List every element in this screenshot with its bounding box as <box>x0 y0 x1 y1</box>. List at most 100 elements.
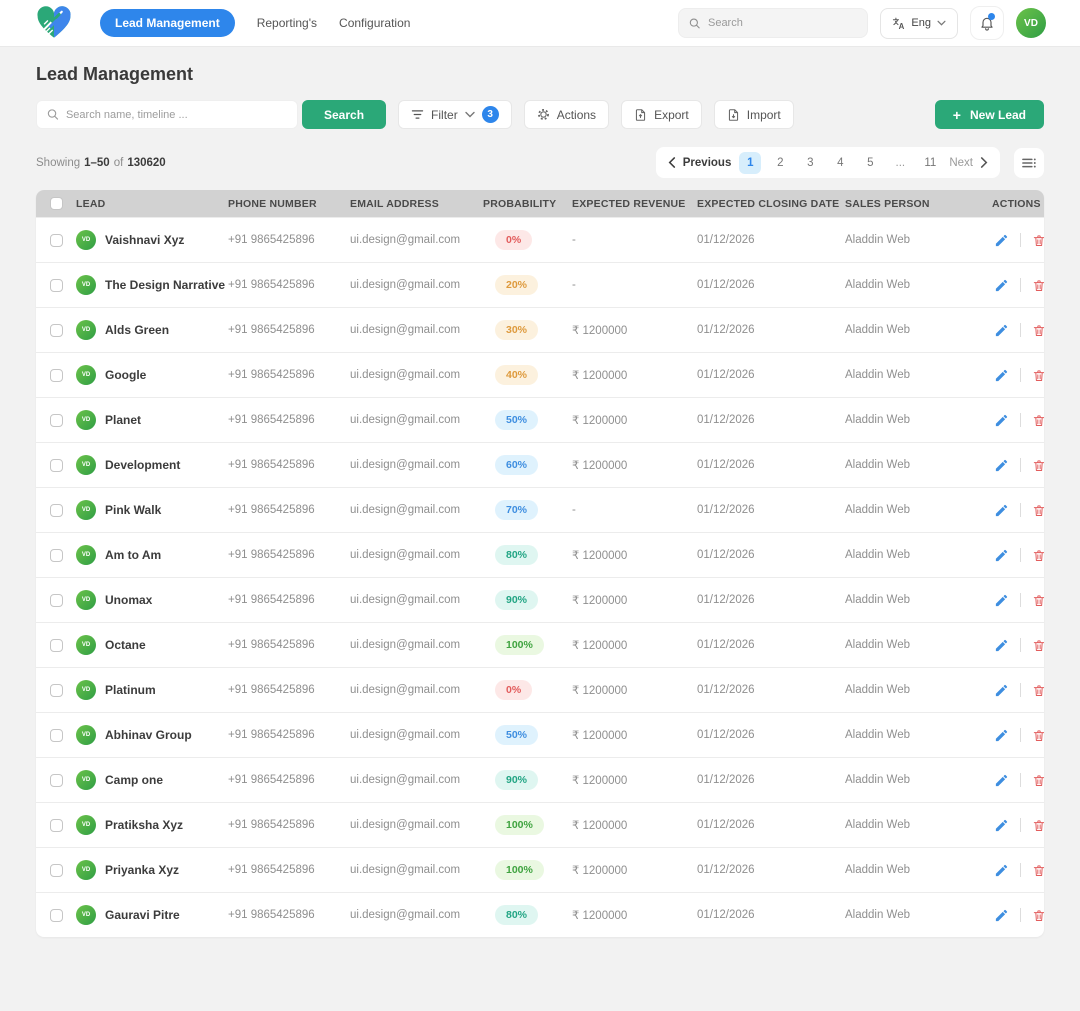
notifications-button[interactable] <box>970 6 1004 40</box>
delete-button[interactable] <box>1030 501 1044 520</box>
actions-cell <box>992 591 1044 610</box>
edit-button[interactable] <box>992 321 1011 340</box>
summary-right: Previous 1 2 3 4 5... 11 Next <box>655 147 1044 178</box>
actions-cell <box>992 546 1044 565</box>
import-file-icon <box>728 108 738 121</box>
delete-button[interactable] <box>1030 366 1044 385</box>
delete-button[interactable] <box>1030 456 1044 475</box>
row-checkbox[interactable] <box>49 683 63 697</box>
row-checkbox[interactable] <box>49 908 63 922</box>
delete-button[interactable] <box>1030 636 1044 655</box>
lead-name: Google <box>105 368 147 382</box>
app-logo[interactable] <box>34 4 74 42</box>
row-checkbox[interactable] <box>49 278 63 292</box>
delete-button[interactable] <box>1030 321 1044 340</box>
delete-button[interactable] <box>1030 276 1044 295</box>
delete-button[interactable] <box>1030 681 1044 700</box>
row-checkbox[interactable] <box>49 638 63 652</box>
row-checkbox[interactable] <box>49 863 63 877</box>
table-row: VD Alds Green +91 9865425896 ui.design@g… <box>36 307 1044 352</box>
phone-cell: +91 9865425896 <box>228 234 315 246</box>
trash-icon <box>1033 504 1044 516</box>
export-button[interactable]: Export <box>621 100 702 129</box>
delete-button[interactable] <box>1030 411 1044 430</box>
pencil-icon <box>995 684 1008 696</box>
edit-button[interactable] <box>992 861 1011 880</box>
edit-button[interactable] <box>992 906 1011 925</box>
lead-avatar: VD <box>76 500 96 520</box>
lead-search-input[interactable] <box>65 108 287 121</box>
list-options-icon <box>1021 157 1036 168</box>
new-lead-button[interactable]: + New Lead <box>934 100 1044 129</box>
pagination-page-5[interactable]: 5 <box>859 152 881 174</box>
actions-button[interactable]: Actions <box>523 100 610 129</box>
lead-name: Gauravi Pitre <box>105 908 180 922</box>
delete-button[interactable] <box>1030 906 1044 925</box>
edit-button[interactable] <box>992 771 1011 790</box>
row-checkbox[interactable] <box>49 413 63 427</box>
row-checkbox[interactable] <box>49 593 63 607</box>
row-checkbox[interactable] <box>49 818 63 832</box>
row-checkbox[interactable] <box>49 773 63 787</box>
pagination-page-1[interactable]: 1 <box>739 151 762 174</box>
nav-item-reporting-s[interactable]: Reporting's <box>257 9 317 37</box>
pagination-page-2[interactable]: 2 <box>769 152 791 174</box>
lead-search-box[interactable] <box>36 100 298 129</box>
revenue-cell: ₹ 1200000 <box>572 370 628 382</box>
import-button[interactable]: Import <box>713 100 794 129</box>
select-all-checkbox[interactable] <box>49 197 63 210</box>
probability-badge: 40% <box>495 365 539 385</box>
edit-button[interactable] <box>992 276 1011 295</box>
pagination-page-11[interactable]: 11 <box>919 152 941 174</box>
pagination-previous[interactable]: Previous <box>668 157 731 169</box>
delete-button[interactable] <box>1030 591 1044 610</box>
edit-button[interactable] <box>992 816 1011 835</box>
row-checkbox[interactable] <box>49 458 63 472</box>
delete-button[interactable] <box>1030 771 1044 790</box>
edit-button[interactable] <box>992 546 1011 565</box>
probability-badge: 80% <box>495 905 539 925</box>
edit-button[interactable] <box>992 231 1011 250</box>
user-avatar[interactable]: VD <box>1016 8 1046 38</box>
revenue-cell: - <box>572 279 576 291</box>
edit-button[interactable] <box>992 501 1011 520</box>
delete-button[interactable] <box>1030 726 1044 745</box>
edit-button[interactable] <box>992 411 1011 430</box>
global-search-input[interactable] <box>707 17 858 29</box>
nav-item-configuration[interactable]: Configuration <box>339 9 410 37</box>
row-checkbox[interactable] <box>49 368 63 382</box>
edit-button[interactable] <box>992 366 1011 385</box>
row-checkbox-cell <box>36 503 76 517</box>
email-cell: ui.design@gmail.com <box>350 324 461 336</box>
lead-avatar: VD <box>76 230 96 250</box>
delete-button[interactable] <box>1030 546 1044 565</box>
edit-button[interactable] <box>992 681 1011 700</box>
pagination-next[interactable]: Next <box>949 157 988 169</box>
lead-name: Pink Walk <box>105 503 162 517</box>
edit-button[interactable] <box>992 636 1011 655</box>
filter-button[interactable]: Filter 3 <box>398 100 512 129</box>
phone-cell: +91 9865425896 <box>228 639 315 651</box>
row-checkbox[interactable] <box>49 323 63 337</box>
row-checkbox[interactable] <box>49 233 63 247</box>
delete-button[interactable] <box>1030 861 1044 880</box>
nav-item-lead-management[interactable]: Lead Management <box>100 9 235 37</box>
delete-button[interactable] <box>1030 231 1044 250</box>
export-file-icon <box>635 108 646 121</box>
pagination-page-4[interactable]: 4 <box>829 152 851 174</box>
pagination-page-3[interactable]: 3 <box>799 152 821 174</box>
edit-button[interactable] <box>992 456 1011 475</box>
lead-cell: VD Google <box>76 365 228 385</box>
row-checkbox[interactable] <box>49 728 63 742</box>
language-selector[interactable]: A Eng <box>880 7 958 39</box>
delete-button[interactable] <box>1030 816 1044 835</box>
edit-button[interactable] <box>992 591 1011 610</box>
row-checkbox[interactable] <box>49 503 63 517</box>
row-checkbox[interactable] <box>49 548 63 562</box>
lead-cell: VD Gauravi Pitre <box>76 905 228 925</box>
table-options-button[interactable] <box>1014 147 1044 178</box>
table-row: VD Abhinav Group +91 9865425896 ui.desig… <box>36 712 1044 757</box>
edit-button[interactable] <box>992 726 1011 745</box>
search-button[interactable]: Search <box>302 100 387 129</box>
global-search[interactable] <box>678 8 869 38</box>
